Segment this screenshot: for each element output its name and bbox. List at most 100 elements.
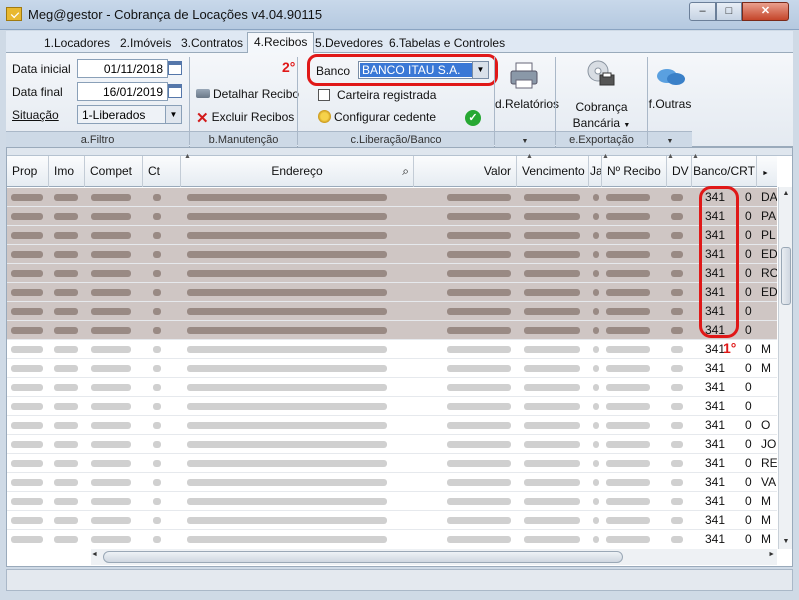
column-vencimento[interactable]: Vencimento [517,156,589,187]
redacted-cell [671,232,683,239]
excluir-recibos-button[interactable]: ✕ Excluir Recibos [196,109,294,127]
table-row[interactable]: 341 0 [7,302,777,321]
table-row[interactable]: 341 0 [7,321,777,340]
vertical-scrollbar[interactable]: ▲ ▼ [778,187,792,549]
relatorios-button[interactable]: d.Relatórios [495,55,559,129]
banco-cell: 341 [705,456,726,470]
table-row[interactable]: 341 0 JO [7,435,777,454]
scroll-right-icon[interactable]: ► [768,551,775,558]
situacao-select[interactable]: 1-Liberados ▼ [77,105,182,124]
table-row[interactable]: 341 0 [7,378,777,397]
redacted-cell [11,194,43,201]
data-final-field[interactable]: 16/01/2019 [77,82,168,101]
extra-cell: ED [761,247,777,261]
redacted-cell [153,289,161,296]
redacted-cell [54,403,78,410]
cobranca-bancaria-button[interactable]: Cobrança Bancária ▼ [556,55,647,130]
table-row[interactable]: 341 0 ED [7,245,777,264]
redacted-cell [447,517,511,524]
column-imo[interactable]: Imo [49,156,85,187]
redacted-cell [153,213,161,220]
crt-cell: 0 [745,418,752,432]
tab-contratos[interactable]: 3.Contratos [175,34,249,53]
redacted-cell [91,422,131,429]
redacted-cell [671,498,683,505]
table-row[interactable]: 341 0 ED [7,283,777,302]
table-row[interactable]: 341 0 M [7,530,777,548]
outras-button[interactable]: f.Outras [648,55,692,129]
scroll-up-icon[interactable]: ▲ [779,187,792,201]
column-compet[interactable]: Compet [85,156,143,187]
redacted-cell [91,498,131,505]
data-inicial-field[interactable]: 01/11/2018 [77,59,168,78]
title-bar: Meg@gestor - Cobrança de Locações v4.04.… [0,0,799,30]
column-banco-crt[interactable]: Banco/CRT [692,156,757,187]
redacted-cell [91,213,131,220]
horizontal-scrollbar[interactable]: ◄ ► [91,549,777,565]
table-row[interactable]: 341 0 M [7,359,777,378]
search-icon[interactable]: ⌕ [402,156,409,187]
calendar-icon[interactable] [168,84,182,98]
disc-export-icon [587,60,615,86]
table-row[interactable]: 341 0 M [7,492,777,511]
redacted-cell [187,213,387,220]
scroll-down-icon[interactable]: ▼ [779,535,792,549]
redacted-cell [524,194,580,201]
close-button[interactable]: ✕ [742,2,789,21]
detalhar-recibo-button[interactable]: Detalhar Recibo [196,87,299,101]
expand-icon[interactable]: ▼ [522,138,529,145]
redacted-cell [187,232,387,239]
extra-cell [761,378,777,397]
horizontal-scroll-thumb[interactable] [103,551,623,563]
column-jar[interactable]: Jar [589,156,602,187]
sort-arrow-icon: ▲ [692,153,699,160]
redacted-cell [447,289,511,296]
tab-recibos[interactable]: 4.Recibos [247,32,315,54]
banco-cell: 341 [705,361,726,375]
minimize-button[interactable]: – [689,2,716,21]
tab-devedores[interactable]: 5.Devedores [309,34,389,53]
tab-tabelas-controles[interactable]: 6.Tabelas e Controles [383,34,511,53]
redacted-cell [11,479,43,486]
redacted-cell [91,479,131,486]
column-ct[interactable]: Ct [143,156,181,187]
expand-icon[interactable]: ▼ [667,138,674,145]
table-row[interactable]: 341 0 M [7,511,777,530]
column-valor[interactable]: Valor [414,156,517,187]
redacted-cell [91,308,131,315]
redacted-cell [153,403,161,410]
table-row[interactable]: 341 0 M [7,340,777,359]
carteira-registrada-checkbox[interactable] [318,89,330,101]
table-row[interactable]: 341 0 RE [7,454,777,473]
redacted-cell [91,384,131,391]
table-row[interactable]: 341 0 [7,397,777,416]
tab-locadores[interactable]: 1.Locadores [38,34,116,53]
table-row[interactable]: 341 0 PL [7,226,777,245]
data-final-label: Data final [12,85,63,99]
maximize-button[interactable]: □ [716,2,742,21]
configurar-cedente-button[interactable]: Configurar cedente [318,110,436,124]
redacted-cell [447,403,511,410]
table-row[interactable]: 3410RO [7,264,777,283]
table-row[interactable]: 341 0 PA [7,207,777,226]
calendar-icon[interactable] [168,61,182,75]
table-row[interactable]: 341 0 DA [7,188,777,207]
annotation-oval-banco-crt [699,186,739,338]
column-endereco[interactable]: Endereço ⌕ [181,156,414,187]
table-row[interactable]: 341 0 O [7,416,777,435]
column-prop[interactable]: Prop [7,156,49,187]
recibos-grid: Prop Imo Compet Ct Endereço ⌕ Valor Venci… [6,147,793,567]
redacted-cell [593,422,599,429]
redacted-cell [447,479,511,486]
redacted-cell [524,422,580,429]
scroll-left-icon[interactable]: ◄ [91,551,98,558]
table-row[interactable]: 341 0 VA [7,473,777,492]
tab-imoveis[interactable]: 2.Imóveis [114,34,177,53]
column-dv[interactable]: DV [667,156,692,187]
vertical-scroll-thumb[interactable] [781,247,791,305]
redacted-cell [593,251,599,258]
crt-cell: 0 [745,399,752,413]
column-extra[interactable]: ► [757,156,777,187]
redacted-cell [447,460,511,467]
column-numero-recibo[interactable]: Nº Recibo [602,156,667,187]
